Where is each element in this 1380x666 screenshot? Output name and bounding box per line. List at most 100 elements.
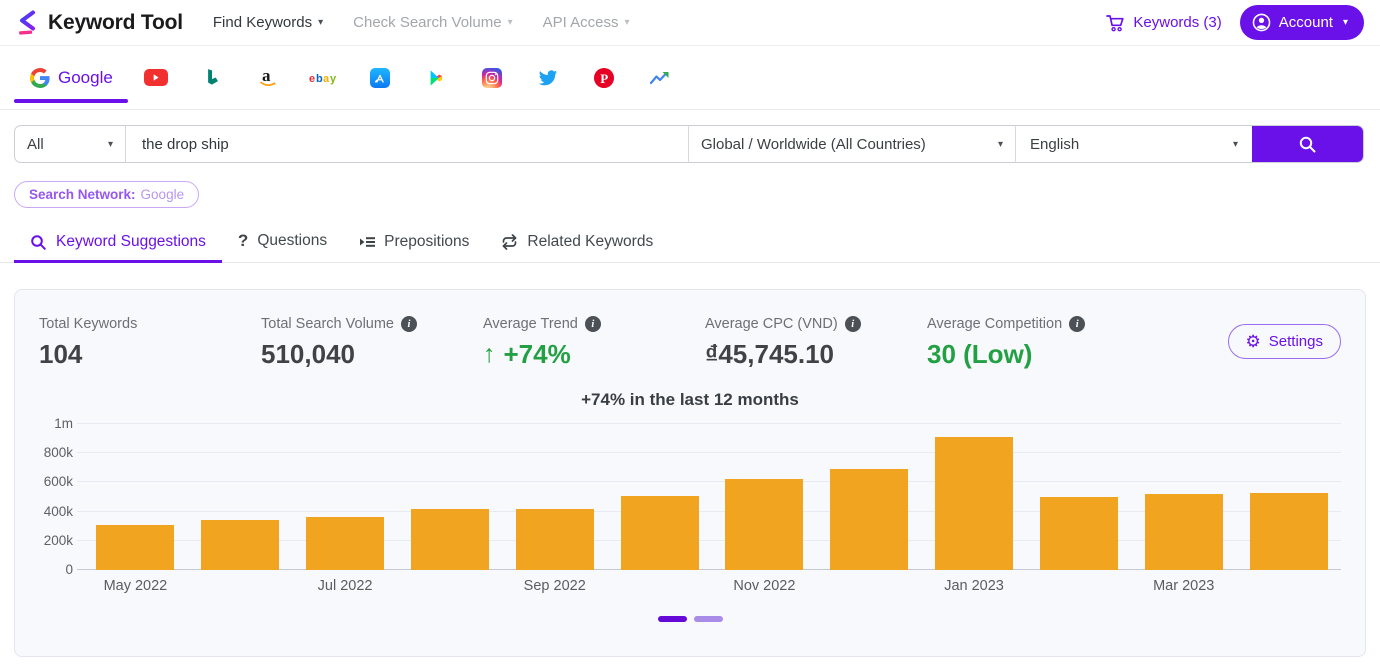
account-button[interactable]: Account ▾ <box>1240 5 1364 40</box>
platform-tab-google-trends[interactable] <box>632 69 688 87</box>
tab-label: Keyword Suggestions <box>56 233 206 251</box>
svg-text:e: e <box>309 73 315 85</box>
x-axis-tick-label: May 2022 <box>83 578 188 594</box>
chevron-down-icon: ▾ <box>998 139 1003 150</box>
platform-tab-amazon[interactable]: a <box>240 67 296 89</box>
keyword-search-input[interactable] <box>126 126 688 162</box>
magnifier-icon <box>1298 135 1317 154</box>
stat-average-cpc: Average CPC (VND) i ₫45,745.10 <box>705 316 927 370</box>
y-axis-tick-label: 200k <box>33 533 73 549</box>
bar <box>1250 493 1328 570</box>
info-icon[interactable]: i <box>401 316 417 332</box>
result-tabs: Keyword Suggestions ? Questions Preposit… <box>0 220 1380 263</box>
x-axis-tick-label: Sep 2022 <box>502 578 607 594</box>
google-play-icon <box>427 68 445 88</box>
info-icon[interactable]: i <box>1069 316 1085 332</box>
info-icon[interactable]: i <box>845 316 861 332</box>
bar <box>1145 494 1223 570</box>
keywords-cart-link[interactable]: Keywords (3) <box>1106 14 1221 32</box>
platform-tab-ebay[interactable]: e b a y <box>296 71 352 85</box>
main-menu: Find Keywords ▾ Check Search Volume ▾ AP… <box>213 14 630 31</box>
bar <box>306 517 384 570</box>
bar <box>830 469 908 570</box>
search-network-badge[interactable]: Search Network: Google <box>14 181 199 208</box>
tab-label: Questions <box>257 232 327 250</box>
y-axis-tick-label: 1m <box>33 416 73 432</box>
pagination-dot[interactable] <box>694 616 723 622</box>
tab-label: Related Keywords <box>527 233 653 251</box>
stat-label: Average Trend <box>483 316 578 332</box>
x-axis-tick-label <box>1026 578 1131 594</box>
nav-label: Check Search Volume <box>353 14 501 31</box>
nav-check-search-volume[interactable]: Check Search Volume ▾ <box>353 14 512 31</box>
chevron-down-icon: ▾ <box>508 17 513 28</box>
nav-api-access[interactable]: API Access ▾ <box>543 14 630 31</box>
top-navbar: Keyword Tool Find Keywords ▾ Check Searc… <box>0 0 1380 46</box>
svg-text:y: y <box>330 73 337 85</box>
platform-tab-google[interactable]: Google <box>14 46 128 109</box>
tab-questions[interactable]: ? Questions <box>222 220 343 262</box>
platform-tab-youtube[interactable] <box>128 69 184 86</box>
stat-value: 104 <box>39 339 261 370</box>
nav-label: API Access <box>543 14 619 31</box>
tab-related-keywords[interactable]: Related Keywords <box>485 222 669 262</box>
platform-tab-twitter[interactable] <box>520 68 576 88</box>
chart-plot: 0200k400k600k800k1m <box>83 424 1341 570</box>
platform-tab-google-play[interactable] <box>408 68 464 88</box>
svg-text:P: P <box>600 70 608 85</box>
stat-average-trend: Average Trend i ↑ +74% <box>483 316 705 370</box>
stat-label: Average CPC (VND) <box>705 316 838 332</box>
platform-tab-app-store[interactable] <box>352 68 408 88</box>
category-value: All <box>27 136 44 153</box>
navbar-right: Keywords (3) Account ▾ <box>1106 5 1364 40</box>
app-logo[interactable]: Keyword Tool <box>16 10 183 36</box>
chevron-down-icon: ▾ <box>1233 139 1238 150</box>
location-select[interactable]: Global / Worldwide (All Countries) ▾ <box>688 126 1015 162</box>
badge-label: Search Network: <box>29 187 136 202</box>
x-axis-tick-label <box>817 578 922 594</box>
search-button[interactable] <box>1252 126 1363 162</box>
chevron-down-icon: ▾ <box>624 17 629 28</box>
twitter-icon <box>537 68 559 88</box>
bar <box>411 509 489 570</box>
chart-title: +74% in the last 12 months <box>39 390 1341 410</box>
nav-find-keywords[interactable]: Find Keywords ▾ <box>213 14 323 31</box>
google-trends-icon <box>649 69 671 87</box>
bar <box>935 437 1013 570</box>
x-axis-labels: May 2022Jul 2022Sep 2022Nov 2022Jan 2023… <box>83 578 1341 594</box>
language-select[interactable]: English ▾ <box>1015 126 1252 162</box>
platform-tab-pinterest[interactable]: P <box>576 68 632 88</box>
tab-prepositions[interactable]: Prepositions <box>343 222 485 262</box>
platform-tab-instagram[interactable] <box>464 68 520 88</box>
y-axis-tick-label: 0 <box>33 562 73 578</box>
bar <box>621 496 699 570</box>
x-axis-tick-label <box>607 578 712 594</box>
app-store-icon <box>370 68 390 88</box>
chevron-down-icon: ▾ <box>318 17 323 28</box>
platform-tabs: Google a e b a y <box>0 46 1380 110</box>
svg-text:a: a <box>262 67 271 85</box>
overview-card: Total Keywords 104 Total Search Volume i… <box>14 289 1366 657</box>
stat-value: 510,040 <box>261 339 483 370</box>
x-axis-tick-label <box>188 578 293 594</box>
svg-text:a: a <box>323 73 330 85</box>
bar <box>725 479 803 570</box>
keywordtool-logo-icon <box>16 10 39 36</box>
tab-label: Prepositions <box>384 233 469 251</box>
indent-list-icon <box>359 235 375 249</box>
pagination-dot[interactable] <box>658 616 687 622</box>
svg-text:b: b <box>316 73 323 85</box>
chevron-down-icon: ▾ <box>1343 17 1348 28</box>
chart-pagination <box>39 616 1341 622</box>
settings-button[interactable]: ⚙ Settings <box>1228 324 1341 359</box>
search-bar: All ▾ Global / Worldwide (All Countries)… <box>14 125 1364 163</box>
chevron-down-icon: ▾ <box>108 139 113 150</box>
amazon-icon: a <box>257 67 279 89</box>
account-person-icon <box>1252 13 1271 32</box>
tab-keyword-suggestions[interactable]: Keyword Suggestions <box>14 222 222 262</box>
info-icon[interactable]: i <box>585 316 601 332</box>
trend-up-icon: ↑ <box>483 342 496 367</box>
platform-tab-bing[interactable] <box>184 68 240 88</box>
category-select[interactable]: All ▾ <box>15 126 126 162</box>
gear-icon: ⚙ <box>1246 333 1261 350</box>
